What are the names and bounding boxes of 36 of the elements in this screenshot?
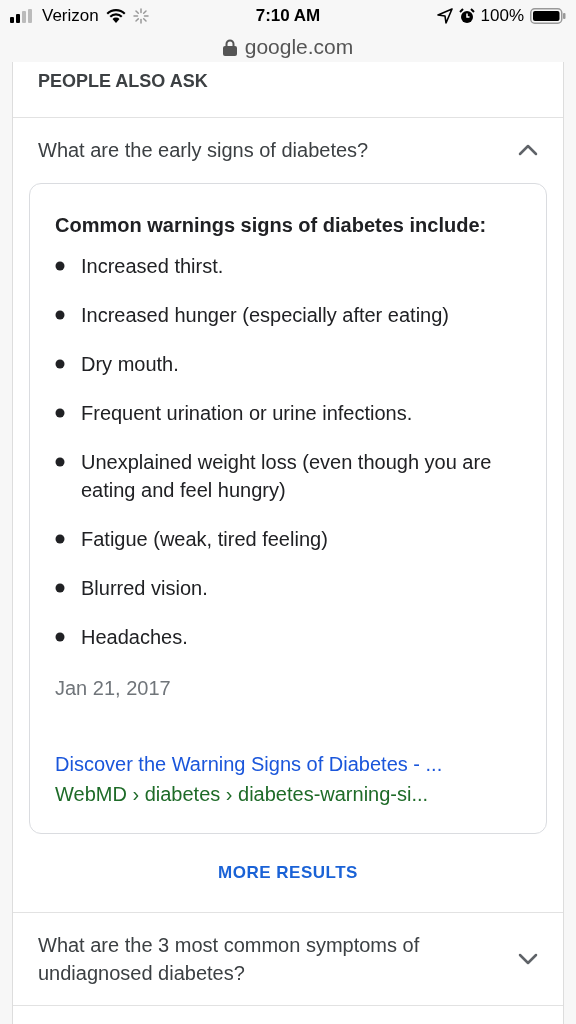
list-item: Headaches. — [81, 625, 188, 650]
bullet-icon — [55, 457, 65, 467]
address-bar-url[interactable]: google.com — [244, 31, 354, 63]
list-item: Fatigue (weak, tired feeling) — [81, 527, 328, 552]
battery-percentage: 100% — [480, 5, 524, 28]
bullet-icon — [55, 632, 65, 642]
battery-icon — [530, 8, 566, 24]
answer-heading: Common warnings signs of diabetes include: — [55, 213, 488, 238]
list-item: Unexplained weight loss (even though you are eating and feel hungry) — [81, 450, 493, 503]
chevron-down-icon — [518, 952, 538, 965]
source-link[interactable]: Discover the Warning Signs of Diabetes - ... — [55, 749, 521, 779]
clock-time: 7:10 AM — [255, 5, 321, 28]
location-arrow-icon — [436, 8, 453, 24]
alarm-clock-icon — [458, 8, 475, 24]
bullet-icon — [55, 261, 65, 271]
bullet-icon — [55, 408, 65, 418]
list-item: Increased thirst. — [81, 254, 224, 279]
question-row[interactable]: What are the early signs of diabetes? — [13, 118, 563, 182]
source-breadcrumb: WebMD › diabetes › diabetes-warning-si... — [55, 782, 430, 807]
bullet-icon — [55, 359, 65, 369]
list-item: Increased hunger (especially after eating) — [81, 303, 449, 328]
chevron-up-icon — [518, 144, 538, 156]
carrier-name: Verizon — [42, 5, 99, 28]
question-row[interactable]: What are the 3 most common symptoms of undiagnosed diabetes? — [13, 912, 563, 1005]
section-heading: PEOPLE ALSO ASK — [38, 71, 208, 91]
bullet-icon — [55, 310, 65, 320]
list-item: Frequent urination or urine infections. — [81, 401, 413, 426]
loading-spinner-icon — [132, 8, 149, 24]
bullet-icon — [55, 583, 65, 593]
more-results-button[interactable]: MORE RESULTS — [218, 860, 358, 886]
wifi-icon — [104, 8, 127, 24]
lock-icon — [222, 38, 237, 56]
list-item: Blurred vision. — [81, 576, 208, 601]
answer-date: Jan 21, 2017 — [55, 676, 172, 701]
bullet-icon — [55, 534, 65, 544]
list-item: Dry mouth. — [81, 352, 179, 377]
